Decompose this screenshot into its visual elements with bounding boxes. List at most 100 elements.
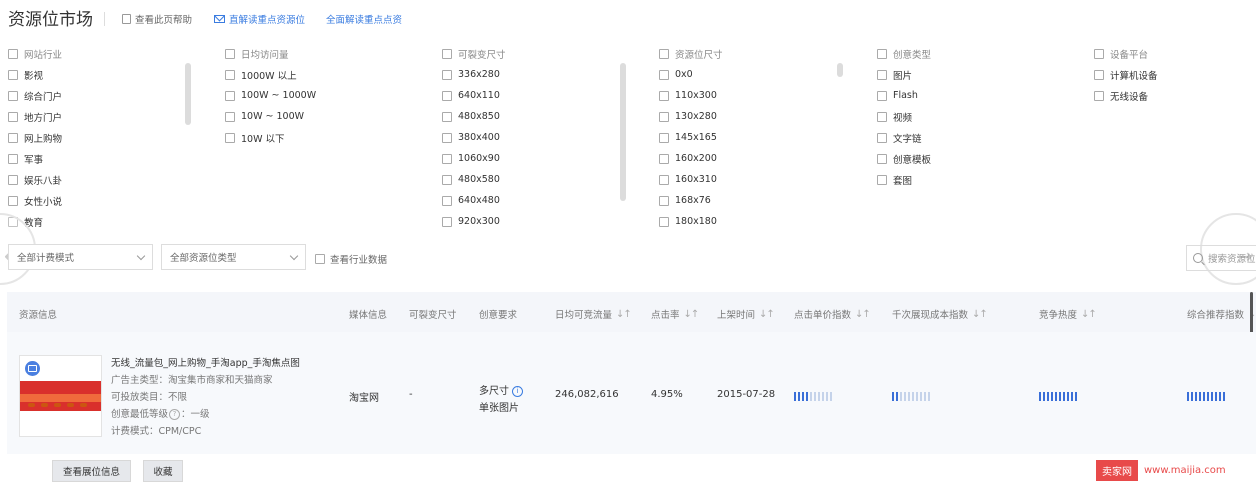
col-launch-time[interactable]: 上架时间 ↓↑ — [717, 307, 775, 322]
sort-icon[interactable]: ↓↑ — [759, 309, 775, 320]
filter-option[interactable]: 180x180 — [659, 211, 723, 232]
checkbox[interactable] — [659, 195, 669, 206]
filter-option[interactable]: 综合门户 — [8, 85, 62, 106]
checkbox[interactable] — [8, 69, 18, 80]
filter-option[interactable]: 计算机设备 — [1094, 64, 1158, 85]
checkbox[interactable] — [442, 90, 452, 101]
filter-option[interactable]: 336x280 — [442, 64, 506, 85]
sort-icon[interactable]: ↓↑ — [616, 309, 632, 320]
filter-header[interactable]: 创意类型 — [877, 43, 931, 64]
filter-header[interactable]: 设备平台 — [1094, 43, 1158, 64]
col-cpc-index[interactable]: 点击单价指数 ↓↑ — [794, 307, 871, 322]
checkbox[interactable] — [8, 48, 18, 59]
filter-option[interactable]: 套图 — [877, 169, 931, 190]
filter-option[interactable]: 10W 以下 — [225, 127, 316, 148]
filter-option[interactable]: 1060x90 — [442, 148, 506, 169]
resource-type-select[interactable]: 全部资源位类型 — [161, 244, 306, 270]
checkbox[interactable] — [659, 216, 669, 227]
checkbox[interactable] — [659, 153, 669, 164]
sort-icon[interactable]: ↓↑ — [684, 309, 700, 320]
checkbox[interactable] — [442, 111, 452, 122]
industry-data-toggle[interactable]: 查看行业数据 — [315, 252, 387, 266]
checkbox[interactable] — [659, 90, 669, 101]
filter-option[interactable]: 380x400 — [442, 127, 506, 148]
filter-option[interactable]: 创意模板 — [877, 148, 931, 169]
filter-option[interactable]: 480x580 — [442, 169, 506, 190]
filter-option[interactable]: 影视 — [8, 64, 62, 85]
help-link[interactable]: 查看此页帮助 — [122, 12, 192, 26]
checkbox[interactable] — [659, 48, 669, 59]
billing-mode-select[interactable]: 全部计费模式 — [8, 244, 153, 270]
checkbox[interactable] — [659, 69, 669, 80]
checkbox[interactable] — [442, 69, 452, 80]
col-ctr[interactable]: 点击率 ↓↑ — [651, 307, 700, 322]
filter-header[interactable]: 网站行业 — [8, 43, 62, 64]
col-daily-traffic[interactable]: 日均可竞流量 ↓↑ — [555, 307, 632, 322]
filter-option[interactable]: 160x310 — [659, 169, 723, 190]
filter-option[interactable]: Flash — [877, 85, 931, 106]
col-overall-rec[interactable]: 综合推荐指数↓↑ — [1187, 307, 1256, 322]
col-competition[interactable]: 竞争热度 ↓↑ — [1039, 307, 1097, 322]
checkbox[interactable] — [442, 48, 452, 59]
filter-option[interactable]: 145x165 — [659, 127, 723, 148]
checkbox[interactable] — [659, 174, 669, 185]
checkbox[interactable] — [315, 254, 325, 264]
filter-header[interactable]: 可裂变尺寸 — [442, 43, 506, 64]
filter-option[interactable]: 168x76 — [659, 190, 723, 211]
checkbox[interactable] — [442, 153, 452, 164]
filter-option[interactable]: 640x110 — [442, 85, 506, 106]
checkbox[interactable] — [442, 174, 452, 185]
checkbox[interactable] — [442, 132, 452, 143]
filter-option[interactable]: 110x300 — [659, 85, 723, 106]
filter-option[interactable]: 1000W 以上 — [225, 64, 316, 85]
filter-option[interactable]: 视频 — [877, 106, 931, 127]
filter-header[interactable]: 资源位尺寸 — [659, 43, 723, 64]
filter-option[interactable]: 女性小说 — [8, 190, 62, 211]
checkbox[interactable] — [877, 48, 887, 59]
filter-option[interactable]: 网上购物 — [8, 127, 62, 148]
sort-icon[interactable]: ↓↑ — [1081, 309, 1097, 320]
checkbox[interactable] — [8, 195, 18, 206]
checkbox[interactable] — [1094, 90, 1104, 101]
checkbox[interactable] — [442, 195, 452, 206]
checkbox[interactable] — [877, 174, 887, 185]
filter-option[interactable]: 地方门户 — [8, 106, 62, 127]
info-icon[interactable]: i — [512, 385, 523, 397]
checkbox[interactable] — [225, 132, 235, 143]
resource-name[interactable]: 无线_流量包_网上购物_手淘app_手淘焦点图 — [111, 355, 300, 369]
checkbox[interactable] — [877, 111, 887, 122]
checkbox[interactable] — [1094, 48, 1104, 59]
filter-option[interactable]: 920x300 — [442, 211, 506, 232]
full-reading-link[interactable]: 全面解读重点点资 — [326, 12, 402, 26]
checkbox[interactable] — [225, 111, 235, 122]
checkbox[interactable] — [8, 174, 18, 185]
checkbox[interactable] — [8, 111, 18, 122]
scrollbar-resource-size[interactable] — [837, 63, 843, 77]
search-input[interactable]: 搜索资源位 — [1186, 245, 1256, 271]
sort-icon[interactable]: ↓↑ — [855, 309, 871, 320]
col-cpm-index[interactable]: 千次展现成本指数 ↓↑ — [892, 307, 988, 322]
filter-option[interactable]: 军事 — [8, 148, 62, 169]
checkbox[interactable] — [225, 48, 235, 59]
checkbox[interactable] — [1094, 69, 1104, 80]
help-icon[interactable]: ? — [169, 409, 181, 420]
filter-option[interactable]: 文字链 — [877, 127, 931, 148]
filter-option[interactable]: 无线设备 — [1094, 85, 1158, 106]
checkbox[interactable] — [8, 90, 18, 101]
favorite-button[interactable]: 收藏 — [143, 460, 183, 482]
filter-option[interactable]: 130x280 — [659, 106, 723, 127]
checkbox[interactable] — [8, 132, 18, 143]
checkbox[interactable] — [877, 90, 887, 101]
filter-option[interactable]: 0x0 — [659, 64, 723, 85]
view-info-button[interactable]: 查看展位信息 — [52, 460, 131, 482]
checkbox[interactable] — [442, 216, 452, 227]
checkbox[interactable] — [225, 90, 235, 101]
sort-icon[interactable]: ↓↑ — [972, 309, 988, 320]
checkbox[interactable] — [659, 111, 669, 122]
checkbox[interactable] — [877, 132, 887, 143]
checkbox[interactable] — [8, 153, 18, 164]
filter-option[interactable]: 娱乐八卦 — [8, 169, 62, 190]
checkbox[interactable] — [877, 153, 887, 164]
checkbox[interactable] — [225, 69, 235, 80]
scrollbar-industry[interactable] — [185, 63, 191, 125]
